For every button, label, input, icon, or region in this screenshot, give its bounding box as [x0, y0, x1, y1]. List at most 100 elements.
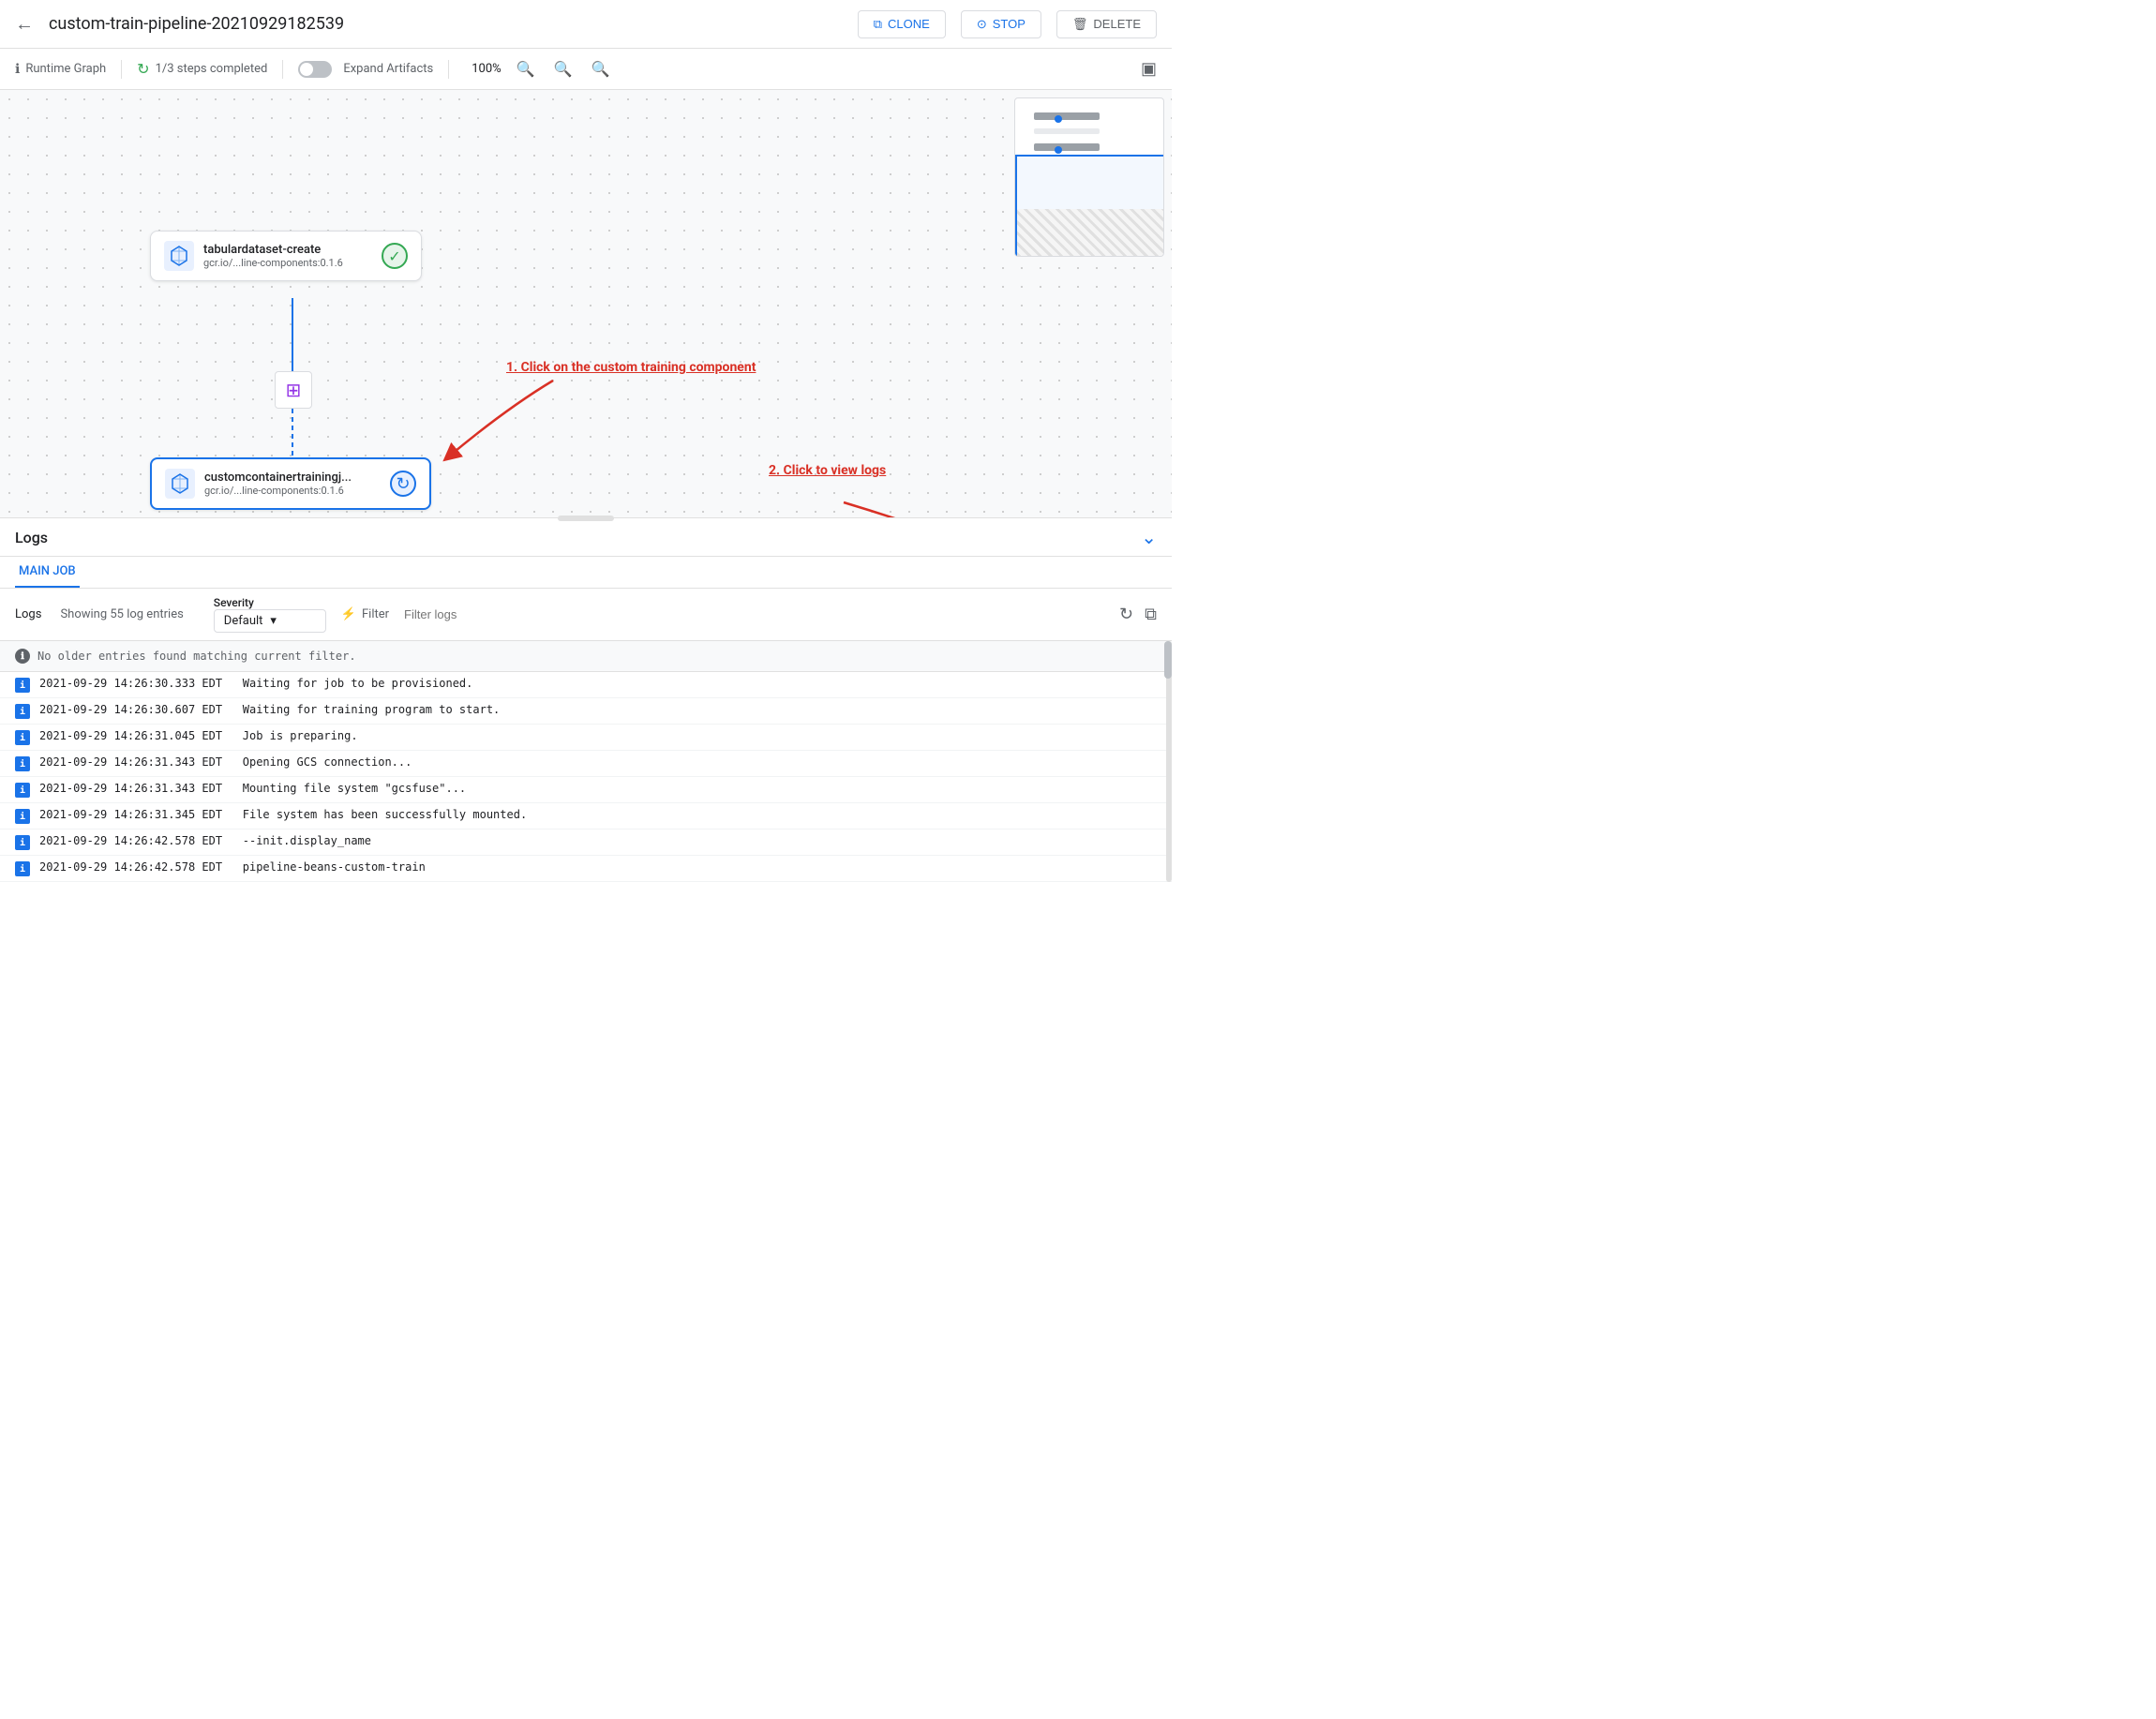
log-entry-7: i 2021-09-29 14:26:42.578 EDT pipeline-b…	[0, 856, 1172, 882]
minimap	[1014, 97, 1164, 257]
refresh-logs-button[interactable]: ↻	[1119, 605, 1133, 624]
log-icon-7: i	[15, 861, 30, 876]
expand-artifacts-toggle[interactable]	[298, 61, 332, 78]
node-tabulardataset-create[interactable]: tabulardataset-create gcr.io/...line-com…	[150, 231, 422, 281]
log-icon-4: i	[15, 783, 30, 798]
logs-toolbar: Logs Showing 55 log entries Severity Def…	[0, 589, 1172, 641]
logs-collapse-button[interactable]: ⌄	[1141, 526, 1157, 548]
annotation-2: 2. Click to view logs	[769, 463, 886, 478]
log-text-2: 2021-09-29 14:26:31.045 EDT Job is prepa…	[39, 729, 358, 742]
toolbar-divider-1	[121, 60, 122, 79]
runtime-graph-button[interactable]: ℹ Runtime Graph	[15, 62, 106, 77]
log-icon-0: i	[15, 678, 30, 693]
log-icon-5: i	[15, 809, 30, 824]
minimap-hatched	[1017, 209, 1163, 256]
toolbar: ℹ Runtime Graph ↻ 1/3 steps completed Ex…	[0, 49, 1172, 90]
grid-icon: ⊞	[286, 379, 302, 401]
zoom-out-button[interactable]: 🔍	[550, 58, 576, 81]
logs-label: Logs	[15, 607, 41, 621]
toolbar-divider-2	[282, 60, 283, 79]
node2-name: customcontainertrainingj...	[204, 471, 381, 485]
node2-cube-icon	[165, 469, 195, 499]
log-entry-0: i 2021-09-29 14:26:30.333 EDT Waiting fo…	[0, 672, 1172, 698]
zoom-in-button[interactable]: 🔍	[513, 58, 539, 81]
node2-info: customcontainertrainingj... gcr.io/...li…	[204, 471, 381, 497]
steps-completed: ↻ 1/3 steps completed	[137, 60, 267, 78]
scrollbar-thumb	[1164, 641, 1172, 679]
zoom-reset-button[interactable]: 🔍	[588, 58, 614, 81]
node2-sub: gcr.io/...line-components:0.1.6	[204, 485, 381, 497]
pipeline-connectors	[0, 90, 1172, 517]
annotation-arrow-1	[431, 371, 553, 465]
delete-button[interactable]: 🗑 DELETE	[1056, 10, 1157, 38]
log-entry-2: i 2021-09-29 14:26:31.045 EDT Job is pre…	[0, 725, 1172, 751]
severity-container: Severity Default ▾	[214, 596, 326, 633]
pipeline-title: custom-train-pipeline-20210929182539	[49, 14, 843, 34]
logs-header: Logs ⌄	[0, 518, 1172, 557]
node1-cube-icon	[164, 241, 194, 271]
log-icon-2: i	[15, 730, 30, 745]
logs-actions: ↻ ⧉	[1119, 605, 1157, 624]
annotation-arrow-2	[844, 502, 1172, 517]
log-entry-3: i 2021-09-29 14:26:31.343 EDT Opening GC…	[0, 751, 1172, 777]
log-text-7: 2021-09-29 14:26:42.578 EDT pipeline-bea…	[39, 860, 426, 874]
node2-status: ↻	[390, 471, 416, 497]
minimap-node2	[1034, 128, 1100, 134]
log-text-1: 2021-09-29 14:26:30.607 EDT Waiting for …	[39, 703, 500, 716]
logs-panel: Logs ⌄ MAIN JOB Logs Showing 55 log entr…	[0, 517, 1172, 883]
connector-node[interactable]: ⊞	[275, 371, 312, 409]
no-older-entries-row: ℹ No older entries found matching curren…	[0, 641, 1172, 672]
stop-icon: ⊙	[977, 17, 987, 32]
back-button[interactable]: ←	[15, 12, 34, 36]
delete-icon: 🗑	[1072, 17, 1088, 32]
no-older-text: No older entries found matching current …	[37, 650, 356, 663]
clone-button[interactable]: ⧉ CLONE	[858, 10, 946, 38]
header: ← custom-train-pipeline-20210929182539 ⧉…	[0, 0, 1172, 49]
node1-name: tabulardataset-create	[203, 243, 372, 257]
minimap-dot2	[1055, 146, 1062, 154]
log-icon-3: i	[15, 756, 30, 771]
drag-handle[interactable]	[558, 516, 614, 521]
info-circle-icon: ℹ	[15, 62, 20, 77]
dropdown-arrow-icon: ▾	[270, 614, 277, 628]
log-entry-1: i 2021-09-29 14:26:30.607 EDT Waiting fo…	[0, 698, 1172, 725]
node1-status: ✓	[382, 243, 408, 269]
pipeline-canvas[interactable]: tabulardataset-create gcr.io/...line-com…	[0, 90, 1172, 517]
log-scrollbar[interactable]	[1166, 641, 1172, 882]
log-icon-1: i	[15, 704, 30, 719]
node1-sub: gcr.io/...line-components:0.1.6	[203, 257, 372, 269]
minimap-node1	[1034, 112, 1100, 120]
tab-main-job[interactable]: MAIN JOB	[15, 557, 80, 588]
log-text-5: 2021-09-29 14:26:31.345 EDT File system …	[39, 808, 527, 821]
node-customcontainertraining[interactable]: customcontainertrainingj... gcr.io/...li…	[150, 457, 431, 510]
info-icon: ℹ	[15, 649, 30, 664]
expand-artifacts-label: Expand Artifacts	[343, 62, 433, 76]
toggle-thumb	[300, 63, 313, 76]
logs-count: Showing 55 log entries	[60, 607, 183, 621]
filter-icon: ⚡	[341, 607, 356, 621]
severity-select[interactable]: Default ▾	[214, 609, 326, 633]
minimap-dot1	[1055, 115, 1062, 123]
main-area: tabulardataset-create gcr.io/...line-com…	[0, 90, 1172, 883]
stop-button[interactable]: ⊙ STOP	[961, 10, 1041, 38]
log-text-6: 2021-09-29 14:26:42.578 EDT --init.displ…	[39, 834, 371, 847]
logs-title: Logs	[15, 529, 1141, 546]
logs-tabs: MAIN JOB	[0, 557, 1172, 589]
toolbar-divider-3	[448, 60, 449, 79]
filter-button[interactable]: ⚡ Filter	[341, 607, 389, 621]
external-link-button[interactable]: ⧉	[1145, 605, 1157, 624]
filter-input[interactable]	[404, 607, 591, 621]
log-entry-6: i 2021-09-29 14:26:42.578 EDT --init.dis…	[0, 830, 1172, 856]
toolbar-right: ▣	[1141, 59, 1157, 79]
minimap-node3	[1034, 143, 1100, 151]
log-text-3: 2021-09-29 14:26:31.343 EDT Opening GCS …	[39, 755, 412, 769]
log-entry-5: i 2021-09-29 14:26:31.345 EDT File syste…	[0, 803, 1172, 830]
log-text-4: 2021-09-29 14:26:31.343 EDT Mounting fil…	[39, 782, 466, 795]
log-icon-6: i	[15, 835, 30, 850]
node1-info: tabulardataset-create gcr.io/...line-com…	[203, 243, 372, 269]
minimap-toggle-icon[interactable]: ▣	[1141, 59, 1157, 79]
severity-label: Severity	[214, 596, 326, 609]
zoom-level: 100%	[472, 62, 501, 76]
log-entry-4: i 2021-09-29 14:26:31.343 EDT Mounting f…	[0, 777, 1172, 803]
log-text-0: 2021-09-29 14:26:30.333 EDT Waiting for …	[39, 677, 472, 690]
